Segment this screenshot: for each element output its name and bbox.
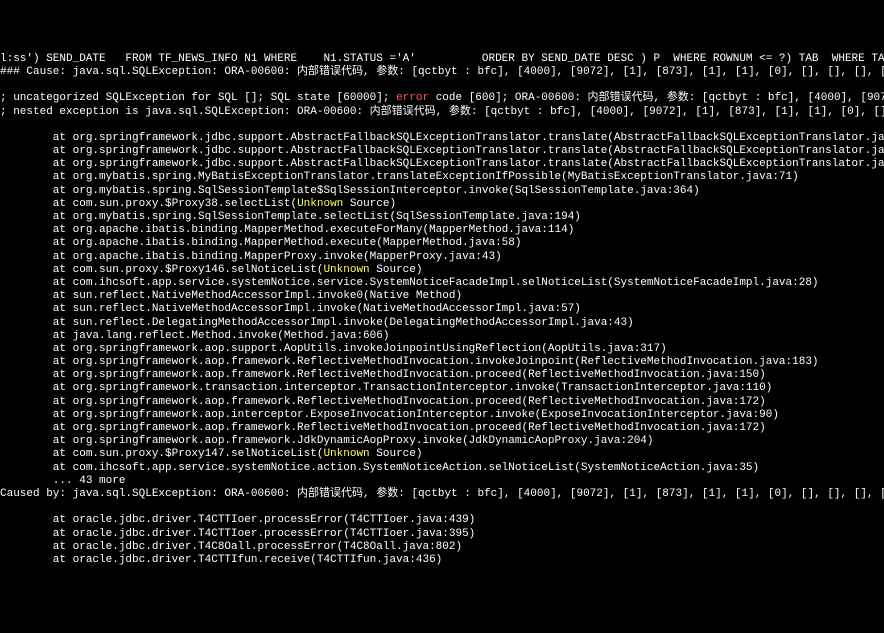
log-line: at org.mybatis.spring.SqlSessionTemplate… [0, 185, 884, 198]
log-line-segment: Source) [370, 264, 423, 276]
log-line: at org.apache.ibatis.binding.MapperProxy… [0, 251, 884, 264]
log-line: Caused by: java.sql.SQLException: ORA-00… [0, 488, 884, 501]
log-line: at org.mybatis.spring.SqlSessionTemplate… [0, 211, 884, 224]
log-line: at oracle.jdbc.driver.T4CTTIoer.processE… [0, 528, 884, 541]
log-line: at org.springframework.aop.framework.Ref… [0, 369, 884, 382]
log-line: at com.ihcsoft.app.service.systemNotice.… [0, 462, 884, 475]
terminal-log-output: l:ss') SEND_DATE FROM TF_NEWS_INFO N1 WH… [0, 53, 884, 567]
log-line [0, 119, 884, 132]
log-line: at org.springframework.aop.framework.Jdk… [0, 435, 884, 448]
log-line: at sun.reflect.DelegatingMethodAccessorI… [0, 317, 884, 330]
log-line: at org.springframework.jdbc.support.Abst… [0, 145, 884, 158]
log-line: ### Cause: java.sql.SQLException: ORA-00… [0, 66, 884, 79]
log-line-segment: Source) [370, 448, 423, 460]
log-line: ... 43 more [0, 475, 884, 488]
log-line: ; nested exception is java.sql.SQLExcept… [0, 106, 884, 119]
log-line: at com.sun.proxy.$Proxy146.selNoticeList… [0, 264, 884, 277]
log-line: at org.springframework.aop.framework.Ref… [0, 396, 884, 409]
log-line-highlight: Unknown [297, 198, 343, 210]
log-line-segment: ; uncategorized SQLException for SQL [];… [0, 92, 396, 104]
log-line: at oracle.jdbc.driver.T4C8Oall.processEr… [0, 541, 884, 554]
log-line [0, 79, 884, 92]
log-line-highlight: Unknown [323, 264, 369, 276]
log-line-highlight: error [396, 92, 429, 104]
log-line: at org.springframework.transaction.inter… [0, 382, 884, 395]
log-line: at org.springframework.aop.framework.Ref… [0, 422, 884, 435]
log-line: at org.springframework.aop.support.AopUt… [0, 343, 884, 356]
log-line: at oracle.jdbc.driver.T4CTTIfun.receive(… [0, 554, 884, 567]
log-line [0, 501, 884, 514]
log-line: at sun.reflect.NativeMethodAccessorImpl.… [0, 290, 884, 303]
log-line-segment: at com.sun.proxy.$Proxy147.selNoticeList… [0, 448, 323, 460]
log-line: at org.springframework.aop.framework.Ref… [0, 356, 884, 369]
log-line: ; uncategorized SQLException for SQL [];… [0, 92, 884, 105]
log-line: at org.apache.ibatis.binding.MapperMetho… [0, 224, 884, 237]
log-line: at sun.reflect.NativeMethodAccessorImpl.… [0, 303, 884, 316]
log-line: at oracle.jdbc.driver.T4CTTIoer.processE… [0, 514, 884, 527]
log-line: at org.springframework.jdbc.support.Abst… [0, 132, 884, 145]
log-line: at com.sun.proxy.$Proxy147.selNoticeList… [0, 448, 884, 461]
log-line: at org.mybatis.spring.MyBatisExceptionTr… [0, 171, 884, 184]
log-line-highlight: Unknown [323, 448, 369, 460]
log-line: at com.sun.proxy.$Proxy38.selectList(Unk… [0, 198, 884, 211]
log-line: at org.apache.ibatis.binding.MapperMetho… [0, 237, 884, 250]
log-line-segment: at com.sun.proxy.$Proxy38.selectList( [0, 198, 297, 210]
log-line: at org.springframework.jdbc.support.Abst… [0, 158, 884, 171]
log-line: at com.ihcsoft.app.service.systemNotice.… [0, 277, 884, 290]
log-line-segment: at com.sun.proxy.$Proxy146.selNoticeList… [0, 264, 323, 276]
log-line: at org.springframework.aop.interceptor.E… [0, 409, 884, 422]
log-line-segment: Source) [343, 198, 396, 210]
log-line: l:ss') SEND_DATE FROM TF_NEWS_INFO N1 WH… [0, 53, 884, 66]
log-line: at java.lang.reflect.Method.invoke(Metho… [0, 330, 884, 343]
log-line-segment: code [600]; ORA-00600: 内部错误代码, 参数: [qctb… [429, 92, 884, 104]
